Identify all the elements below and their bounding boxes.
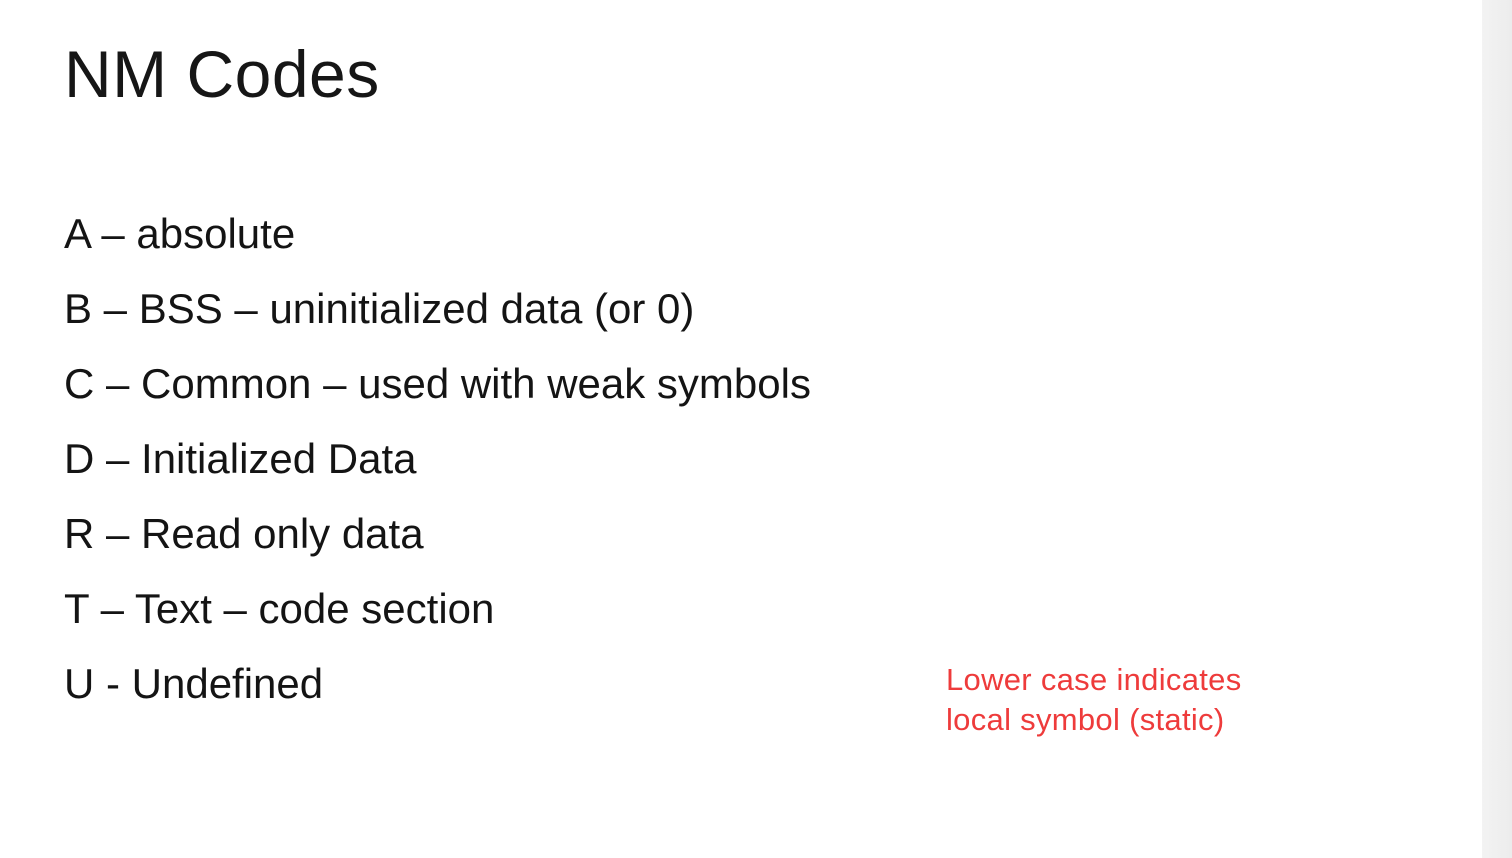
code-item-r: R – Read only data	[64, 510, 424, 557]
note-line-2: local symbol (static)	[946, 702, 1225, 737]
note-line-1: Lower case indicates	[946, 662, 1242, 697]
code-item-t: T – Text – code section	[64, 585, 495, 632]
code-item-c: C – Common – used with weak symbols	[64, 360, 811, 407]
slide-title: NM Codes	[64, 37, 380, 111]
code-item-b: B – BSS – uninitialized data (or 0)	[64, 285, 695, 332]
code-item-a: A – absolute	[64, 210, 296, 257]
slide: NM Codes A – absolute B – BSS – uninitia…	[0, 0, 1482, 858]
code-item-u: U - Undefined	[64, 660, 324, 707]
lowercase-note: Lower case indicates local symbol (stati…	[946, 660, 1366, 740]
code-item-d: D – Initialized Data	[64, 435, 417, 482]
window-edge-strip	[1482, 0, 1512, 858]
nm-code-list: A – absolute B – BSS – uninitialized dat…	[64, 196, 811, 721]
